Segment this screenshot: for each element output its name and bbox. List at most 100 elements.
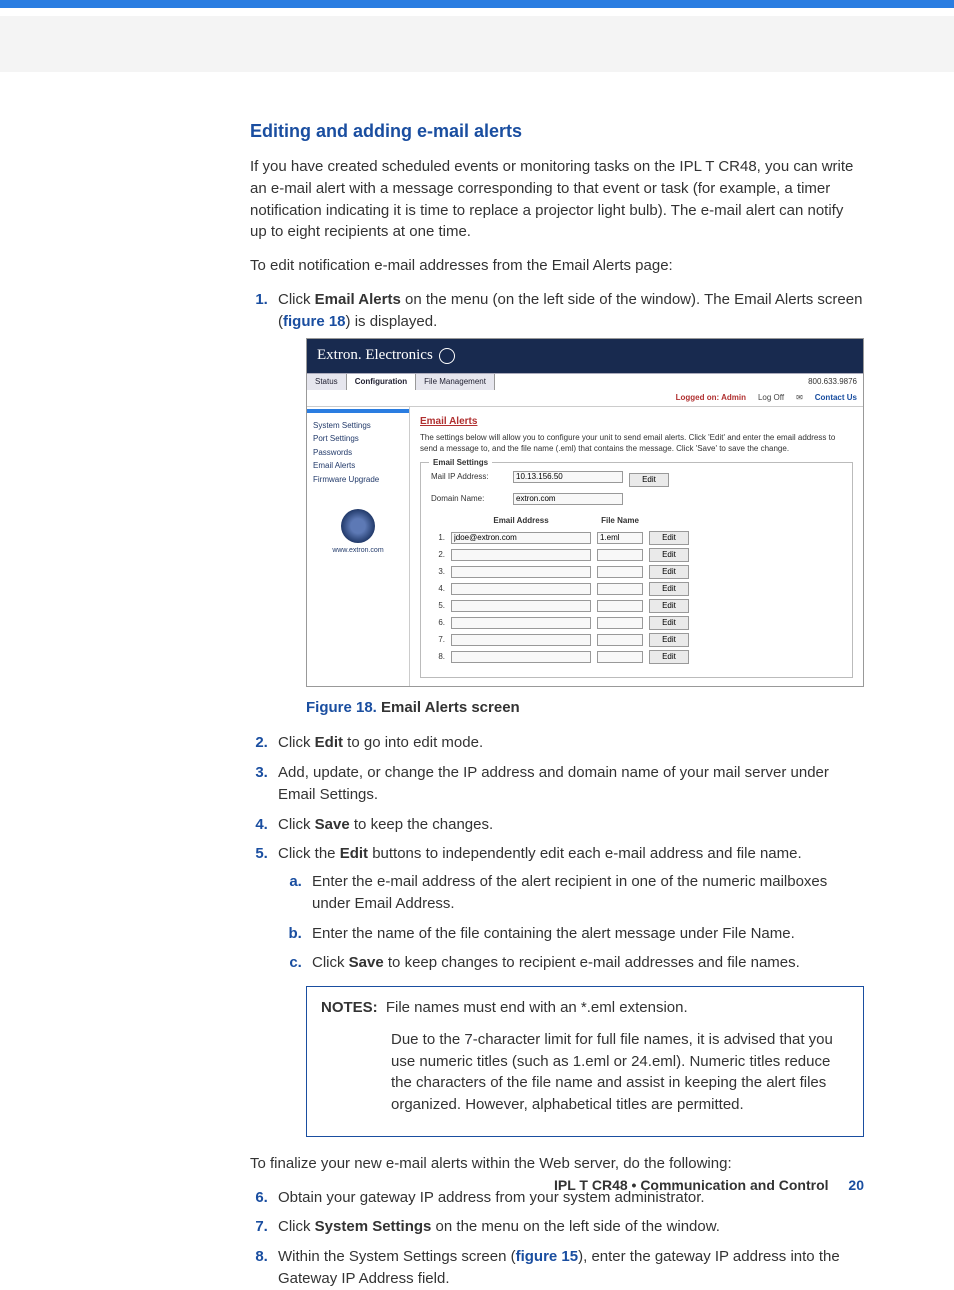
email-input[interactable] <box>451 583 591 595</box>
step-4-bold: Save <box>315 816 350 833</box>
tab-status[interactable]: Status <box>307 374 347 390</box>
step-7-bold: System Settings <box>315 1218 432 1235</box>
fieldset-title: Email Settings <box>429 457 492 469</box>
email-input[interactable] <box>451 532 591 544</box>
step-4-post: to keep the changes. <box>350 816 493 833</box>
row-edit-button[interactable]: Edit <box>649 599 689 613</box>
sidebar-firmware[interactable]: Firmware Upgrade <box>307 473 409 487</box>
filename-input[interactable] <box>597 583 643 595</box>
tab-file-management[interactable]: File Management <box>416 374 495 390</box>
sidebar-port-settings[interactable]: Port Settings <box>307 432 409 446</box>
logoff-link[interactable]: Log Off <box>758 392 784 404</box>
domain-label: Domain Name: <box>431 493 507 505</box>
step-5-post: buttons to independently edit each e-mai… <box>368 845 802 862</box>
row-edit-button[interactable]: Edit <box>649 531 689 545</box>
step-7-pre: Click <box>278 1218 315 1235</box>
ss-page-title: Email Alerts <box>420 415 853 430</box>
step-5b: Enter the name of the file containing th… <box>306 923 864 945</box>
notes-line-1: File names must end with an *.eml extens… <box>386 999 688 1016</box>
col-file-name: File Name <box>597 515 643 527</box>
extron-logo-icon <box>341 509 375 543</box>
email-input[interactable] <box>451 600 591 612</box>
row-edit-button[interactable]: Edit <box>649 616 689 630</box>
step-1-figref[interactable]: figure 18 <box>283 313 346 330</box>
figure-text: Email Alerts screen <box>377 699 520 716</box>
email-alerts-screenshot: Extron. Electronics Status Configuration… <box>306 338 864 686</box>
filename-input[interactable] <box>597 549 643 561</box>
step-5c-post: to keep changes to recipient e-mail addr… <box>384 954 800 971</box>
email-row: 6. Edit <box>431 616 842 630</box>
step-8-pre: Within the System Settings screen ( <box>278 1248 516 1265</box>
row-index: 1. <box>431 532 445 544</box>
row-index: 4. <box>431 583 445 595</box>
step-5-bold: Edit <box>340 845 368 862</box>
row-index: 6. <box>431 617 445 629</box>
email-row: 2.Edit <box>431 548 842 562</box>
phone-number: 800.633.9876 <box>802 374 863 390</box>
row-index: 8. <box>431 651 445 663</box>
step-5: Click the Edit buttons to independently … <box>272 843 864 1137</box>
email-input[interactable] <box>451 651 591 663</box>
row-edit-button[interactable]: Edit <box>649 565 689 579</box>
step-2: Click Edit to go into edit mode. <box>272 732 864 754</box>
email-input[interactable] <box>451 634 591 646</box>
step-4-pre: Click <box>278 816 315 833</box>
mail-ip-input[interactable] <box>513 471 623 483</box>
finalize-paragraph: To finalize your new e-mail alerts withi… <box>250 1153 864 1175</box>
domain-input[interactable] <box>513 493 623 505</box>
sidebar-email-alerts[interactable]: Email Alerts <box>307 459 409 473</box>
brand-logo-icon <box>439 348 455 364</box>
email-row: 7. Edit <box>431 633 842 647</box>
row-edit-button[interactable]: Edit <box>649 548 689 562</box>
email-row: 4. Edit <box>431 582 842 596</box>
section-heading: Editing and adding e-mail alerts <box>250 118 864 144</box>
figure-label: Figure 18. <box>306 699 377 716</box>
step-3: Add, update, or change the IP address an… <box>272 762 864 806</box>
page-footer: IPL T CR48 • Communication and Control 2… <box>554 1175 864 1195</box>
step-8: Within the System Settings screen (figur… <box>272 1246 864 1290</box>
sidebar-brand: www.extron.com <box>307 509 409 556</box>
figure-caption: Figure 18. Email Alerts screen <box>306 697 864 719</box>
step-5a: Enter the e-mail address of the alert re… <box>306 871 864 915</box>
step-8-figref[interactable]: figure 15 <box>516 1248 579 1265</box>
step-1-post-b: ) is displayed. <box>346 313 438 330</box>
row-index: 7. <box>431 634 445 646</box>
settings-edit-button[interactable]: Edit <box>629 473 669 487</box>
row-edit-button[interactable]: Edit <box>649 633 689 647</box>
ss-header: Extron. Electronics <box>307 339 863 373</box>
filename-input[interactable] <box>597 600 643 612</box>
row-edit-button[interactable]: Edit <box>649 582 689 596</box>
step-5c: Click Save to keep changes to recipient … <box>306 952 864 974</box>
step-2-post: to go into edit mode. <box>343 734 483 751</box>
step-1-pre: Click <box>278 291 315 308</box>
email-input[interactable] <box>451 549 591 561</box>
contact-link[interactable]: Contact Us <box>815 392 857 404</box>
row-edit-button[interactable]: Edit <box>649 650 689 664</box>
notes-box: NOTES: File names must end with an *.eml… <box>306 986 864 1137</box>
email-input[interactable] <box>451 617 591 629</box>
filename-input[interactable] <box>597 617 643 629</box>
sidebar-passwords[interactable]: Passwords <box>307 446 409 460</box>
row-index: 3. <box>431 566 445 578</box>
filename-input[interactable] <box>597 566 643 578</box>
filename-input[interactable] <box>597 651 643 663</box>
ss-infobar: Logged on: Admin Log Off ✉ Contact Us <box>307 390 863 406</box>
step-5c-bold: Save <box>349 954 384 971</box>
email-input[interactable] <box>451 566 591 578</box>
step-4: Click Save to keep the changes. <box>272 814 864 836</box>
sidebar-url[interactable]: www.extron.com <box>332 547 383 554</box>
email-row: 5.Edit <box>431 599 842 613</box>
step-1: Click Email Alerts on the menu (on the l… <box>272 289 864 718</box>
brand-text: Extron. Electronics <box>317 345 433 367</box>
intro-paragraph-2: To edit notification e-mail addresses fr… <box>250 255 864 277</box>
mail-ip-label: Mail IP Address: <box>431 471 507 483</box>
email-list-header: Email Address File Name <box>431 515 842 527</box>
filename-input[interactable] <box>597 634 643 646</box>
step-5-pre: Click the <box>278 845 340 862</box>
tab-configuration[interactable]: Configuration <box>347 374 416 390</box>
col-email-address: Email Address <box>451 515 591 527</box>
sidebar-system-settings[interactable]: System Settings <box>307 419 409 433</box>
step-2-bold: Edit <box>315 734 343 751</box>
email-row: 1. Edit <box>431 531 842 545</box>
filename-input[interactable] <box>597 532 643 544</box>
